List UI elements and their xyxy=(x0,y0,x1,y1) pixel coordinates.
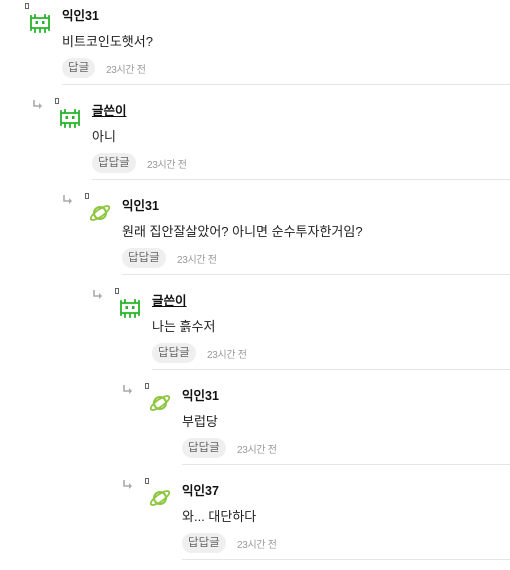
comment-timestamp: 23시간 전 xyxy=(237,445,277,456)
comment-timestamp: 23시간 전 xyxy=(237,540,277,551)
lime-planet-icon xyxy=(149,490,171,506)
comment-content: 부럽당 xyxy=(182,414,218,429)
reply-arrow-icon xyxy=(33,100,42,109)
comment-item: 익인37 와... 대단하다 답답글 23시간 전 xyxy=(0,475,510,570)
comment-content: 비트코인도햇서? xyxy=(62,34,153,49)
lime-planet-icon xyxy=(149,395,171,411)
reply-button[interactable]: 답답글 xyxy=(122,248,166,268)
reply-button[interactable]: 답답글 xyxy=(182,533,226,553)
lime-planet-icon xyxy=(89,205,111,221)
comment-timestamp: 23시간 전 xyxy=(177,255,217,266)
reply-arrow-icon xyxy=(123,480,132,489)
comment-timestamp: 23시간 전 xyxy=(147,160,187,171)
green-invader-icon xyxy=(30,14,50,33)
comment-nickname[interactable]: 익인31 xyxy=(182,385,219,404)
comment-item: 글쓴이 나는 흙수저 답답글 23시간 전 xyxy=(0,285,510,380)
bullet-marker xyxy=(115,288,119,294)
comment-divider xyxy=(62,84,510,85)
comment-content: 아니 xyxy=(92,129,116,144)
comment-item: 익인31 부럽당 답답글 23시간 전 xyxy=(0,380,510,475)
comment-divider xyxy=(92,179,510,180)
comment-divider xyxy=(152,369,510,370)
reply-button[interactable]: 답답글 xyxy=(182,438,226,458)
bullet-marker xyxy=(85,193,89,199)
comment-nickname[interactable]: 익인31 xyxy=(62,5,99,24)
bullet-marker xyxy=(145,478,149,484)
comment-content: 와... 대단하다 xyxy=(182,509,257,524)
bullet-marker xyxy=(55,98,59,104)
comment-nickname[interactable]: 글쓴이 xyxy=(92,100,127,119)
green-invader-icon xyxy=(120,299,140,318)
reply-button[interactable]: 답답글 xyxy=(92,153,136,173)
comment-item: 익인31 원래 집안잘살았어? 아니면 순수투자한거임? 답답글 23시간 전 xyxy=(0,190,510,285)
comment-divider xyxy=(182,464,510,465)
comment-content: 원래 집안잘살았어? 아니면 순수투자한거임? xyxy=(122,224,363,239)
bullet-marker xyxy=(25,3,29,9)
green-invader-icon xyxy=(60,109,80,128)
reply-arrow-icon xyxy=(93,290,102,299)
reply-button[interactable]: 답글 xyxy=(62,58,96,78)
comment-nickname[interactable]: 글쓴이 xyxy=(152,290,187,309)
comment-timestamp: 23시간 전 xyxy=(207,350,247,361)
comment-timestamp: 23시간 전 xyxy=(106,65,146,76)
comment-nickname[interactable]: 익인31 xyxy=(122,195,159,214)
comment-nickname[interactable]: 익인37 xyxy=(182,480,219,499)
comment-item: 글쓴이 아니 답답글 23시간 전 xyxy=(0,95,510,190)
bullet-marker xyxy=(145,383,149,389)
comment-item: 익인31 비트코인도햇서? 답글 23시간 전 xyxy=(0,0,510,95)
comment-divider xyxy=(122,274,510,275)
reply-arrow-icon xyxy=(123,385,132,394)
comment-content: 나는 흙수저 xyxy=(152,319,216,334)
reply-button[interactable]: 답답글 xyxy=(152,343,196,363)
comment-divider xyxy=(182,559,510,560)
reply-arrow-icon xyxy=(63,195,72,204)
